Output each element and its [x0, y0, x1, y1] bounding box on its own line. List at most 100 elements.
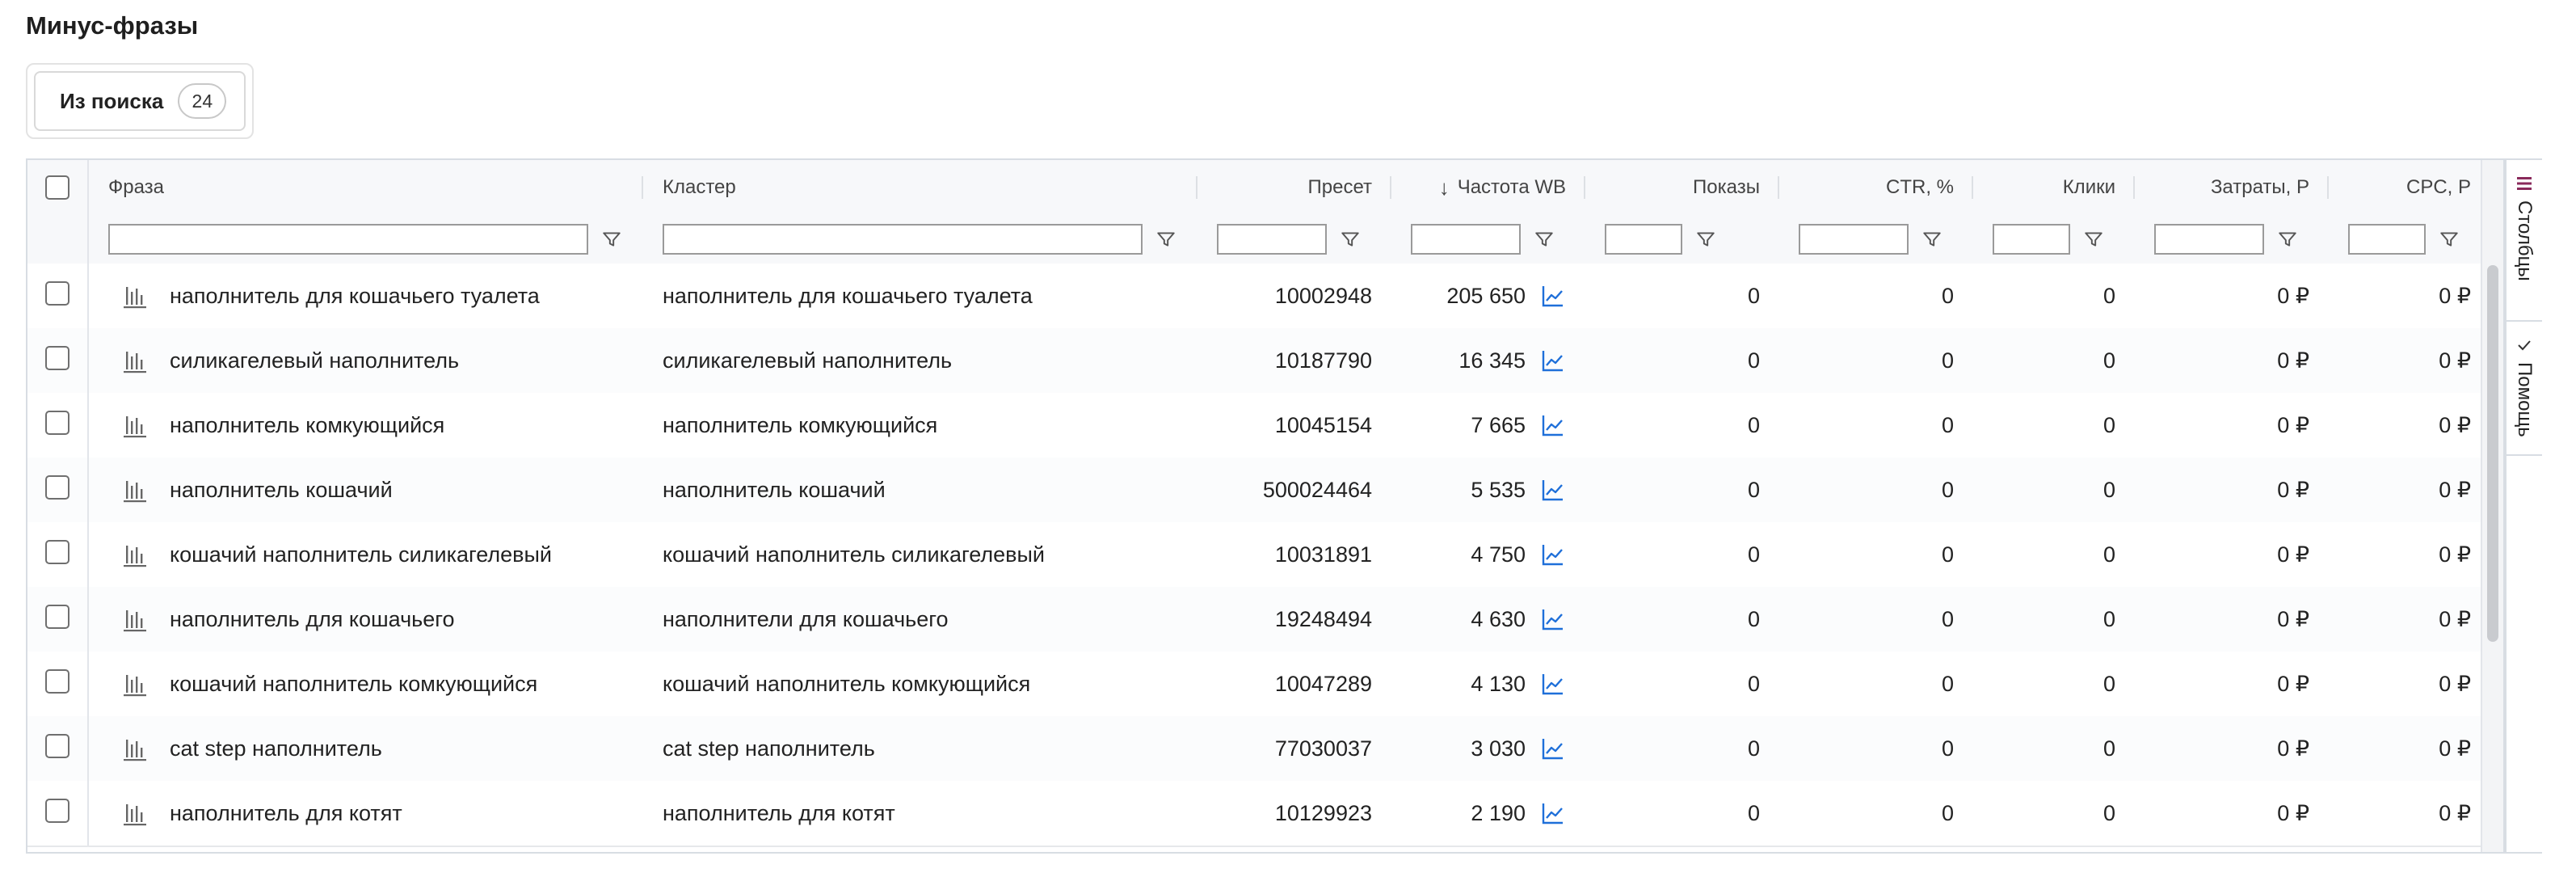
side-tab-help[interactable]: Помощь	[2507, 322, 2542, 456]
bar-chart-icon[interactable]	[121, 282, 149, 310]
scrollbar-thumb[interactable]	[2487, 265, 2498, 642]
ctr-filter-input[interactable]	[1799, 224, 1909, 255]
trend-chart-icon[interactable]	[1540, 736, 1566, 761]
vertical-scrollbar[interactable]	[2481, 160, 2503, 852]
filter-icon[interactable]	[1155, 229, 1176, 250]
table-row[interactable]: наполнитель для кошачьего наполнители для…	[27, 587, 2481, 653]
filter-icon[interactable]	[601, 229, 622, 250]
filter-costs	[2135, 215, 2329, 264]
row-checkbox[interactable]	[45, 411, 69, 435]
filter-icon[interactable]	[1695, 229, 1716, 250]
clicks-value: 0	[2102, 477, 2115, 502]
trend-chart-icon[interactable]	[1540, 283, 1566, 309]
table-row[interactable]: кошачий наполнитель силикагелевый кошачий…	[27, 522, 2481, 588]
clicks-filter-input[interactable]	[1993, 224, 2070, 255]
bar-chart-icon[interactable]	[121, 605, 149, 633]
table-row[interactable]: cat step наполнитель cat step наполнитель…	[27, 716, 2481, 782]
column-header-preset[interactable]: Пресет	[1198, 160, 1391, 215]
preset-cell: 10031891	[1198, 522, 1391, 587]
column-header-costs[interactable]: Затраты, Р	[2135, 160, 2329, 215]
tab-from-search[interactable]: Из поиска 24	[34, 71, 246, 131]
trend-chart-icon[interactable]	[1540, 606, 1566, 632]
column-header-cluster[interactable]: Кластер	[643, 160, 1198, 215]
row-checkbox[interactable]	[45, 799, 69, 823]
trend-chart-icon[interactable]	[1540, 412, 1566, 438]
bar-chart-icon[interactable]	[121, 670, 149, 698]
row-checkbox[interactable]	[45, 734, 69, 758]
trend-chart-icon[interactable]	[1540, 671, 1566, 697]
trend-chart-icon[interactable]	[1540, 800, 1566, 826]
cpc-filter-input[interactable]	[2348, 224, 2426, 255]
side-tab-columns[interactable]: Столбцы	[2507, 160, 2542, 322]
row-checkbox[interactable]	[45, 346, 69, 370]
impressions-filter-input[interactable]	[1605, 224, 1682, 255]
bar-chart-icon[interactable]	[121, 411, 149, 439]
column-header-clicks[interactable]: Клики	[1973, 160, 2135, 215]
table-row[interactable]: наполнитель комкующийся наполнитель комку…	[27, 393, 2481, 459]
frequency-cell: 205 650	[1391, 264, 1585, 328]
cluster-cell: cat step наполнитель	[643, 716, 1198, 781]
costs-filter-input[interactable]	[2154, 224, 2264, 255]
table-row[interactable]: наполнитель для котят наполнитель для кот…	[27, 781, 2481, 847]
phrase-filter-input[interactable]	[108, 224, 588, 255]
column-header-frequency[interactable]: ↓ Частота WB	[1391, 160, 1585, 215]
preset-value: 10187790	[1274, 348, 1372, 373]
ctr-cell: 0	[1779, 716, 1973, 781]
table-row[interactable]: наполнитель для кошачьего туалета наполни…	[27, 264, 2481, 330]
filter-icon[interactable]	[1921, 229, 1943, 250]
trend-chart-icon[interactable]	[1540, 348, 1566, 373]
bar-chart-icon[interactable]	[121, 541, 149, 568]
frequency-cell: 7 665	[1391, 393, 1585, 458]
side-tab-label: Помощь	[2514, 362, 2536, 437]
filter-select-cell	[27, 215, 89, 264]
bar-chart-icon[interactable]	[121, 347, 149, 374]
costs-value: 0 ₽	[2277, 800, 2309, 825]
bar-chart-icon[interactable]	[121, 735, 149, 762]
row-checkbox[interactable]	[45, 475, 69, 500]
row-checkbox[interactable]	[45, 281, 69, 306]
preset-value: 77030037	[1274, 736, 1372, 761]
column-header-impressions[interactable]: Показы	[1585, 160, 1779, 215]
column-header-ctr[interactable]: CTR, %	[1779, 160, 1973, 215]
filter-icon[interactable]	[2083, 229, 2104, 250]
filter-icon[interactable]	[2277, 229, 2298, 250]
column-header-phrase[interactable]: Фраза	[89, 160, 643, 215]
frequency-filter-input[interactable]	[1411, 224, 1521, 255]
filter-icon[interactable]	[2439, 229, 2460, 250]
cpc-value: 0 ₽	[2439, 412, 2471, 437]
ctr-cell: 0	[1779, 781, 1973, 846]
trend-chart-icon[interactable]	[1540, 477, 1566, 503]
row-checkbox[interactable]	[45, 669, 69, 694]
table-row[interactable]: наполнитель кошачий наполнитель кошачий 50…	[27, 458, 2481, 524]
select-all-checkbox[interactable]	[45, 175, 69, 200]
filter-preset	[1198, 215, 1391, 264]
clicks-value: 0	[2102, 736, 2115, 761]
bar-chart-icon[interactable]	[121, 476, 149, 504]
row-select-cell	[27, 264, 89, 328]
cluster-text: кошачий наполнитель силикагелевый	[663, 542, 1045, 567]
phrase-cell: кошачий наполнитель силикагелевый	[89, 522, 643, 587]
cluster-filter-input[interactable]	[663, 224, 1143, 255]
row-checkbox[interactable]	[45, 540, 69, 564]
cpc-value: 0 ₽	[2439, 542, 2471, 567]
row-checkbox[interactable]	[45, 605, 69, 629]
bar-chart-icon[interactable]	[121, 799, 149, 827]
clicks-cell: 0	[1973, 328, 2135, 393]
preset-cell: 10047289	[1198, 652, 1391, 716]
impressions-value: 0	[1747, 736, 1760, 761]
cpc-cell: 0 ₽	[2329, 264, 2481, 328]
trend-chart-icon[interactable]	[1540, 542, 1566, 567]
ctr-value: 0	[1941, 477, 1954, 502]
phrase-text: наполнитель для котят	[170, 800, 402, 825]
table-row[interactable]: кошачий наполнитель комкующийся кошачий н…	[27, 652, 2481, 718]
table-row[interactable]: силикагелевый наполнитель силикагелевый н…	[27, 328, 2481, 394]
clicks-value: 0	[2102, 671, 2115, 696]
preset-value: 19248494	[1274, 606, 1372, 631]
column-header-cpc[interactable]: CPC, Р	[2329, 160, 2481, 215]
table-filter-row	[27, 215, 2481, 265]
filter-icon[interactable]	[1340, 229, 1361, 250]
filter-icon[interactable]	[1534, 229, 1555, 250]
frequency-cell: 4 750	[1391, 522, 1585, 587]
frequency-cell: 4 130	[1391, 652, 1585, 716]
preset-filter-input[interactable]	[1217, 224, 1327, 255]
